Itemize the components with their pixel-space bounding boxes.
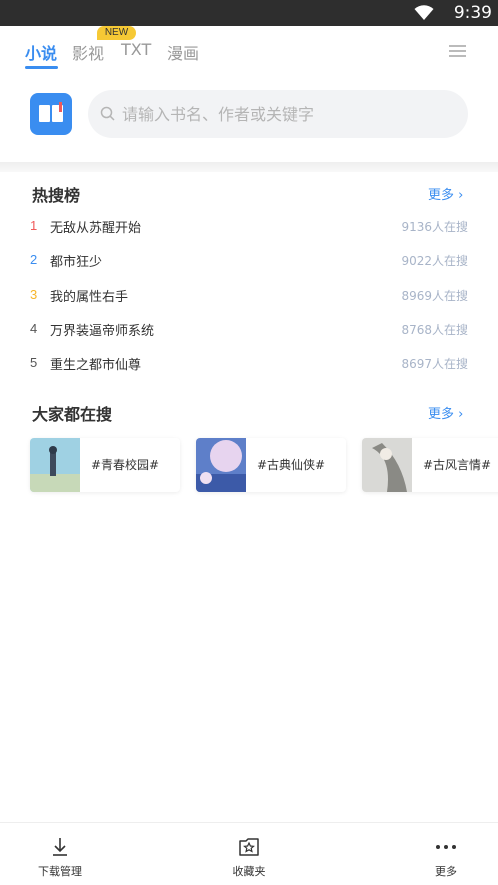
rank-number: 3	[30, 287, 38, 302]
rank-number: 5	[30, 355, 38, 370]
download-icon	[53, 838, 67, 856]
popular-title: 大家都在搜	[32, 405, 113, 424]
hot-list-item[interactable]: 4 万界装逼帝师系统 8768人在搜	[0, 313, 498, 347]
tab-video[interactable]: 影视	[72, 40, 104, 64]
status-time: 9:39	[453, 3, 492, 23]
tag-card-romance[interactable]: #古风言情#	[362, 438, 498, 492]
tab-novel[interactable]: 小说	[25, 40, 57, 64]
nav-label: 更多	[435, 865, 457, 878]
bottom-nav: 下载管理 收藏夹 更多	[0, 822, 498, 885]
wifi-icon	[414, 5, 434, 20]
hot-list-item[interactable]: 3 我的属性右手 8969人在搜	[0, 279, 498, 313]
search-count: 8969人在搜	[401, 289, 468, 303]
popular-more-link[interactable]: 更多 ›	[428, 403, 463, 422]
hot-list-item[interactable]: 2 都市狂少 9022人在搜	[0, 244, 498, 278]
bookshelf-icon[interactable]	[30, 93, 72, 135]
status-bar: 9:39	[0, 0, 498, 26]
rank-number: 1	[30, 218, 38, 233]
active-tab-indicator	[25, 66, 58, 69]
more-dots-icon	[436, 845, 456, 849]
campus-thumbnail	[30, 438, 80, 492]
search-icon	[100, 106, 115, 121]
search-count: 8697人在搜	[401, 357, 468, 371]
book-title: 都市狂少	[50, 255, 103, 270]
tag-label: #青春校园#	[91, 458, 160, 472]
hot-list-more-link[interactable]: 更多 ›	[428, 184, 463, 203]
book-title: 无敌从苏醒开始	[50, 221, 142, 236]
tag-card-campus[interactable]: #青春校园#	[30, 438, 180, 492]
xianxia-thumbnail	[196, 438, 246, 492]
search-input[interactable]	[122, 90, 452, 138]
nav-label: 收藏夹	[232, 865, 266, 878]
section-divider	[0, 162, 498, 172]
tag-label: #古风言情#	[423, 458, 492, 472]
nav-more[interactable]: 更多	[396, 823, 496, 885]
search-bar[interactable]	[88, 90, 468, 138]
menu-icon[interactable]	[449, 45, 466, 57]
header: 小说 影视 NEW TXT 漫画	[0, 26, 498, 162]
book-title: 重生之都市仙尊	[50, 358, 142, 373]
new-badge: NEW	[97, 26, 136, 40]
hot-list-item[interactable]: 5 重生之都市仙尊 8697人在搜	[0, 347, 498, 381]
book-title: 我的属性右手	[50, 290, 129, 305]
rank-number: 2	[30, 252, 38, 267]
romance-thumbnail	[362, 438, 412, 492]
tab-comic[interactable]: 漫画	[167, 40, 199, 64]
nav-favorites[interactable]: 收藏夹	[199, 823, 299, 885]
tab-txt[interactable]: TXT	[121, 40, 151, 59]
favorites-icon	[239, 838, 259, 856]
rank-number: 4	[30, 321, 38, 336]
nav-label: 下载管理	[38, 865, 82, 878]
book-title: 万界装逼帝师系统	[50, 324, 155, 339]
tag-card-xianxia[interactable]: #古典仙侠#	[196, 438, 346, 492]
search-count: 9136人在搜	[401, 220, 468, 234]
search-count: 8768人在搜	[401, 323, 468, 337]
nav-download-manager[interactable]: 下载管理	[10, 823, 110, 885]
tag-label: #古典仙侠#	[257, 458, 326, 472]
search-count: 9022人在搜	[401, 254, 468, 268]
hot-list-item[interactable]: 1 无敌从苏醒开始 9136人在搜	[0, 210, 498, 244]
hot-list-title: 热搜榜	[32, 186, 81, 205]
